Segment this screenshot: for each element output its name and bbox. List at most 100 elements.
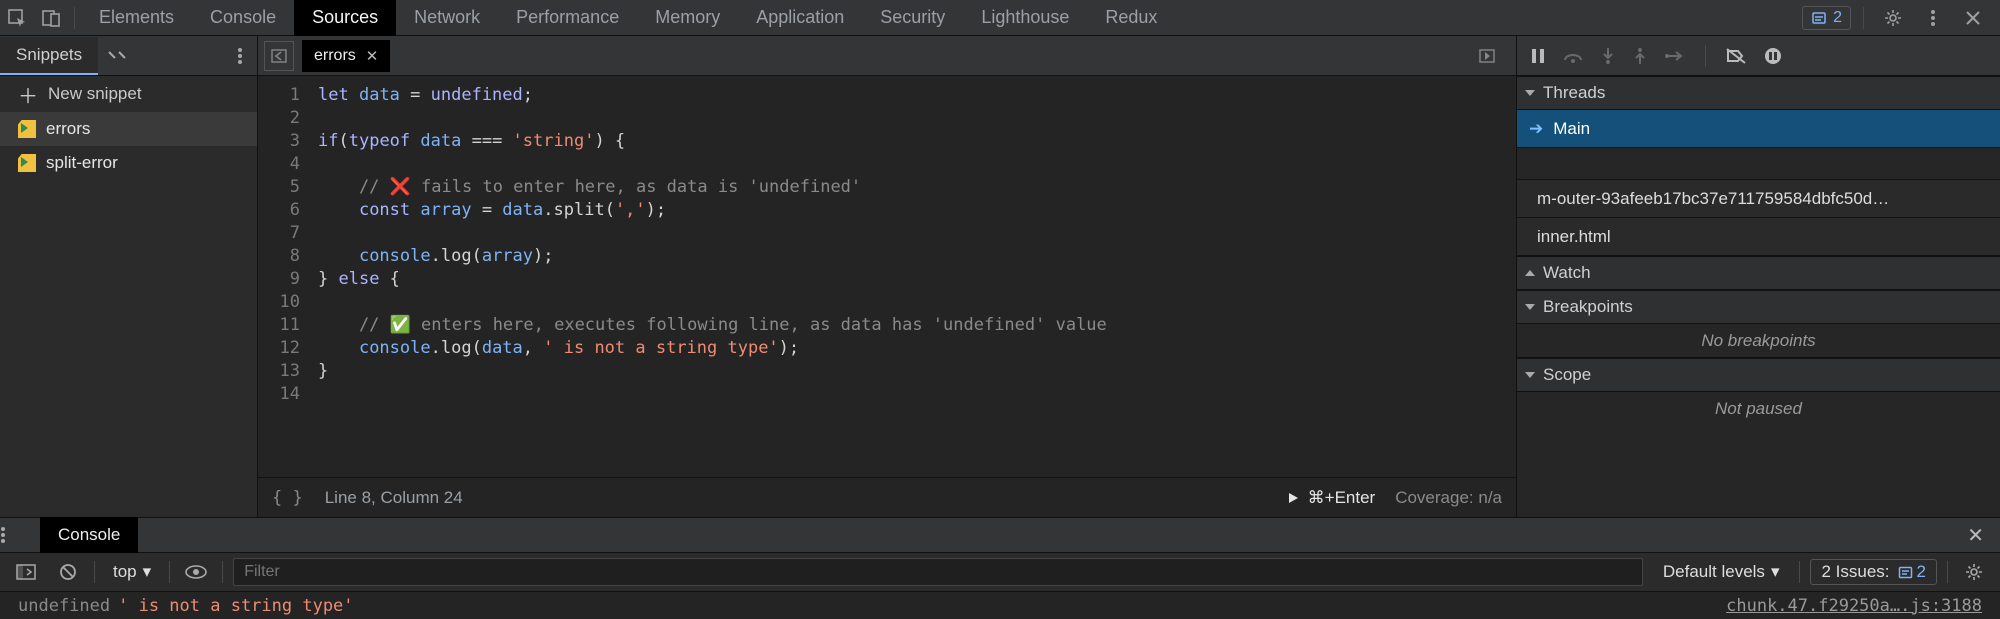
tab-elements[interactable]: Elements	[81, 0, 192, 36]
snippet-item-split-error[interactable]: split-error	[0, 146, 257, 180]
step-into-icon[interactable]	[1601, 47, 1615, 65]
live-expression-icon[interactable]	[180, 558, 212, 586]
run-snippet-icon[interactable]	[1472, 41, 1502, 71]
code-editor[interactable]: 1234567891011121314 let data = undefined…	[258, 76, 1516, 477]
thread-item[interactable]: inner.html	[1517, 218, 2000, 256]
thread-name: Main	[1553, 119, 1590, 139]
snippet-name: errors	[46, 119, 90, 139]
disclosure-triangle-icon	[1525, 304, 1535, 310]
deactivate-breakpoints-icon[interactable]	[1726, 48, 1746, 64]
console-source-link[interactable]: chunk.47.f29250a….js:3188	[1726, 596, 1982, 616]
tab-security[interactable]: Security	[862, 0, 963, 36]
sources-panel: Snippets ＋ New snippet errors split-erro…	[0, 36, 2000, 517]
issues-count: 2	[1833, 9, 1842, 27]
tab-sources[interactable]: Sources	[294, 0, 396, 36]
main-tab-strip: Elements Console Sources Network Perform…	[81, 0, 1175, 36]
more-subtabs-icon[interactable]	[98, 49, 136, 63]
kebab-menu-icon[interactable]	[1916, 0, 1950, 36]
tab-network[interactable]: Network	[396, 0, 498, 36]
settings-gear-icon[interactable]	[1876, 0, 1910, 36]
separator	[1799, 561, 1800, 583]
console-issues-button[interactable]: 2 Issues: 2	[1810, 559, 1937, 585]
separator	[222, 561, 223, 583]
levels-label: Default levels	[1663, 562, 1765, 582]
console-value-string: ' is not a string type'	[118, 596, 353, 616]
section-breakpoints[interactable]: Breakpoints	[1517, 290, 2000, 324]
tab-application[interactable]: Application	[738, 0, 862, 36]
context-label: top	[113, 562, 137, 582]
log-levels-selector[interactable]: Default levels ▾	[1653, 562, 1790, 582]
thread-main[interactable]: ➔ Main	[1517, 110, 2000, 148]
context-selector[interactable]: top ▾	[105, 562, 159, 582]
snippet-file-icon	[18, 120, 36, 138]
nav-history-icon[interactable]	[264, 41, 294, 71]
code-area[interactable]: let data = undefined; if(typeof data ===…	[310, 76, 1516, 477]
chevron-down-icon: ▾	[143, 562, 152, 582]
editor-tab-errors[interactable]: errors ✕	[302, 40, 390, 72]
snippet-file-icon	[18, 154, 36, 172]
issues-indicator[interactable]: 2	[1802, 6, 1851, 30]
separator	[169, 561, 170, 583]
line-gutter: 1234567891011121314	[258, 76, 310, 477]
tab-redux[interactable]: Redux	[1087, 0, 1175, 36]
navigator-subtabs: Snippets	[0, 36, 257, 76]
drawer-tab-bar: Console ✕	[0, 517, 2000, 553]
console-value-undefined: undefined	[18, 596, 110, 616]
console-settings-gear-icon[interactable]	[1958, 558, 1990, 586]
section-threads[interactable]: Threads	[1517, 76, 2000, 110]
new-snippet-button[interactable]: ＋ New snippet	[0, 76, 257, 112]
pretty-print-icon[interactable]: { }	[272, 488, 303, 508]
section-watch[interactable]: Watch	[1517, 256, 2000, 290]
devtools-topbar: Elements Console Sources Network Perform…	[0, 0, 2000, 36]
step-out-icon[interactable]	[1633, 47, 1647, 65]
disclosure-triangle-icon	[1525, 270, 1535, 276]
show-console-sidebar-icon[interactable]	[10, 558, 42, 586]
subtab-snippets[interactable]: Snippets	[0, 37, 98, 75]
coverage-status: Coverage: n/a	[1395, 488, 1502, 508]
run-hint-text: ⌘+Enter	[1308, 488, 1376, 508]
run-hint[interactable]: ⌘+Enter	[1286, 488, 1376, 508]
new-snippet-label: New snippet	[48, 84, 142, 104]
editor-tab-label: errors	[314, 47, 356, 65]
section-scope[interactable]: Scope	[1517, 358, 2000, 392]
tab-performance[interactable]: Performance	[498, 0, 637, 36]
close-devtools-icon[interactable]	[1956, 0, 1990, 36]
snippet-item-errors[interactable]: errors	[0, 112, 257, 146]
clear-console-icon[interactable]	[52, 558, 84, 586]
drawer-tab-console[interactable]: Console	[40, 517, 138, 553]
inspect-element-icon[interactable]	[0, 0, 34, 36]
editor-status-bar: { } Line 8, Column 24 ⌘+Enter Coverage: …	[258, 477, 1516, 517]
pause-icon[interactable]	[1531, 48, 1545, 64]
separator	[1863, 7, 1864, 29]
section-label: Threads	[1543, 83, 1605, 103]
editor-column: errors ✕ 1234567891011121314 let data = …	[258, 36, 1516, 517]
step-icon[interactable]	[1665, 49, 1685, 63]
separator	[1705, 45, 1706, 67]
section-label: Scope	[1543, 365, 1591, 385]
console-log-line: undefined ' is not a string type' chunk.…	[0, 592, 2000, 619]
console-filter-input[interactable]	[233, 558, 1643, 586]
close-tab-icon[interactable]: ✕	[366, 47, 379, 65]
cursor-position: Line 8, Column 24	[325, 488, 463, 508]
topbar-right: 2	[1802, 0, 2000, 36]
console-toolbar: top ▾ Default levels ▾ 2 Issues: 2	[0, 553, 2000, 592]
step-over-icon[interactable]	[1563, 48, 1583, 64]
snippet-name: split-error	[46, 153, 118, 173]
close-drawer-icon[interactable]: ✕	[1951, 523, 2000, 548]
plus-icon: ＋	[18, 80, 38, 109]
disclosure-triangle-icon	[1525, 90, 1535, 96]
disclosure-triangle-icon	[1525, 372, 1535, 378]
tab-lighthouse[interactable]: Lighthouse	[963, 0, 1087, 36]
separator	[1947, 561, 1948, 583]
device-toolbar-icon[interactable]	[34, 0, 68, 36]
editor-tab-bar: errors ✕	[258, 36, 1516, 76]
thread-item[interactable]: m-outer-93afeeb17bc37e711759584dbfc50d…	[1517, 180, 2000, 218]
tab-console[interactable]: Console	[192, 0, 294, 36]
debugger-toolbar	[1517, 36, 2000, 76]
navigator-menu-icon[interactable]	[223, 47, 257, 65]
pause-on-exceptions-icon[interactable]	[1764, 47, 1782, 65]
separator	[94, 561, 95, 583]
drawer-menu-icon[interactable]	[0, 526, 40, 544]
scope-empty: Not paused	[1517, 392, 2000, 426]
tab-memory[interactable]: Memory	[637, 0, 738, 36]
